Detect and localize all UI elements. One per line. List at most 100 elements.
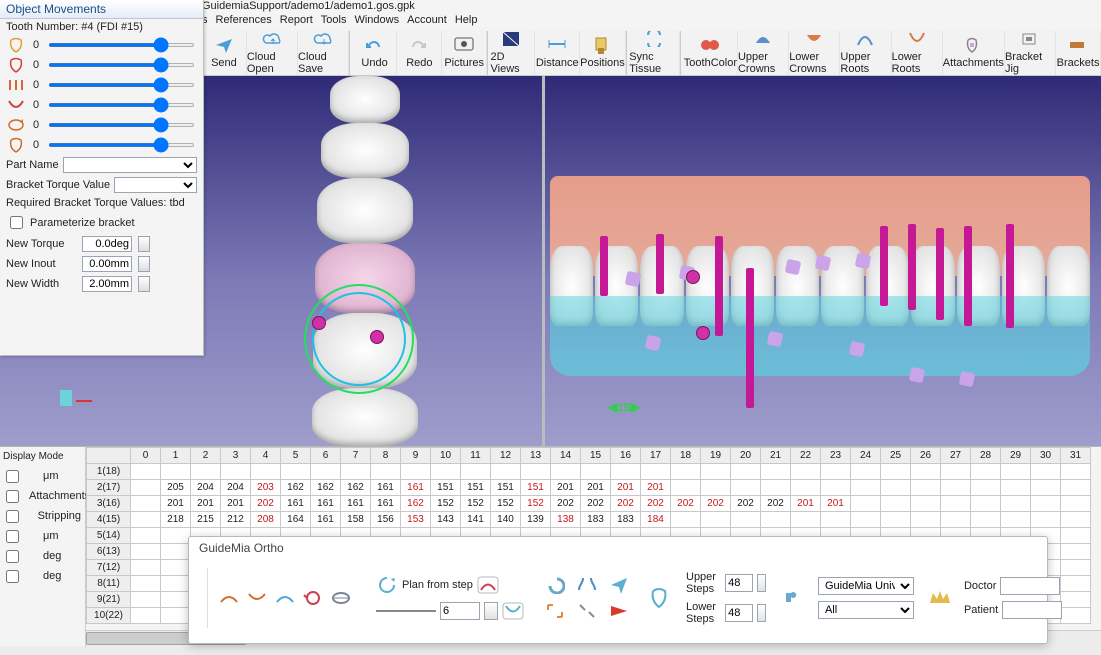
col-header[interactable]: 5 [281, 448, 311, 464]
grid-cell[interactable]: 158 [341, 512, 371, 528]
col-header[interactable]: 22 [791, 448, 821, 464]
grid-cell[interactable] [761, 480, 791, 496]
grid-cell[interactable]: 161 [311, 512, 341, 528]
col-header[interactable]: 6 [311, 448, 341, 464]
program-select[interactable]: GuideMia Universal [818, 577, 914, 595]
display-attachments[interactable]: Attachments [0, 486, 85, 506]
bracket-jig-button[interactable]: Bracket Jig [1005, 31, 1056, 75]
lower-roots-button[interactable]: Lower Roots [892, 31, 943, 75]
upper-crowns-button[interactable]: Upper Crowns [738, 31, 789, 75]
grid-cell[interactable] [581, 464, 611, 480]
grid-cell[interactable] [1061, 544, 1091, 560]
col-header[interactable]: 23 [821, 448, 851, 464]
col-header[interactable]: 2 [191, 448, 221, 464]
grid-cell[interactable] [761, 512, 791, 528]
row-header[interactable]: 5(14) [87, 528, 131, 544]
arch-view-2-icon[interactable] [246, 588, 268, 608]
pictures-button[interactable]: Pictures [442, 31, 487, 75]
grid-cell[interactable] [851, 512, 881, 528]
grid-cell[interactable]: 208 [251, 512, 281, 528]
spinner-icon[interactable] [138, 236, 150, 252]
grid-cell[interactable] [671, 464, 701, 480]
control-node-icon[interactable] [696, 326, 710, 340]
grid-cell[interactable]: 153 [401, 512, 431, 528]
col-header[interactable]: 29 [1001, 448, 1031, 464]
grid-cell[interactable]: 202 [581, 496, 611, 512]
grid-cell[interactable] [1031, 480, 1061, 496]
grid-cell[interactable]: 201 [191, 496, 221, 512]
grid-cell[interactable] [701, 512, 731, 528]
col-header[interactable]: 24 [851, 448, 881, 464]
spinner-icon[interactable] [757, 574, 766, 592]
grid-cell[interactable]: 202 [671, 496, 701, 512]
grid-cell[interactable] [911, 480, 941, 496]
upper-steps-input[interactable] [725, 574, 753, 592]
col-header[interactable]: 18 [671, 448, 701, 464]
sync-tissue-button[interactable]: Sync Tissue [629, 31, 680, 75]
step-spinner-icon[interactable] [484, 602, 498, 620]
grid-cell[interactable] [791, 480, 821, 496]
row-header[interactable]: 4(15) [87, 512, 131, 528]
movement-slider-1[interactable] [48, 63, 195, 67]
grid-cell[interactable]: 152 [461, 496, 491, 512]
display-deg-checkbox[interactable] [6, 550, 19, 563]
grid-cell[interactable] [671, 512, 701, 528]
grid-cell[interactable] [821, 464, 851, 480]
grid-cell[interactable] [1001, 512, 1031, 528]
menu-windows[interactable]: Windows [354, 14, 399, 31]
col-header[interactable]: 28 [971, 448, 1001, 464]
grid-cell[interactable] [821, 480, 851, 496]
col-header[interactable]: 3 [221, 448, 251, 464]
grid-cell[interactable] [1061, 512, 1091, 528]
grid-cell[interactable] [1061, 464, 1091, 480]
col-header[interactable]: 25 [881, 448, 911, 464]
cloud-open-button[interactable]: Cloud Open [247, 31, 298, 75]
grid-cell[interactable]: 156 [371, 512, 401, 528]
undo-plan-icon[interactable] [544, 575, 566, 595]
grid-cell[interactable]: 161 [281, 496, 311, 512]
menu-help[interactable]: Help [455, 14, 478, 31]
grid-cell[interactable]: 161 [401, 480, 431, 496]
grid-cell[interactable] [1061, 496, 1091, 512]
grid-cell[interactable] [1061, 480, 1091, 496]
grid-cell[interactable] [191, 464, 221, 480]
grid-cell[interactable] [1001, 464, 1031, 480]
grid-cell[interactable] [731, 464, 761, 480]
row-header[interactable]: 9(21) [87, 592, 131, 608]
grid-cell[interactable]: 202 [731, 496, 761, 512]
grid-cell[interactable] [731, 512, 761, 528]
grid-cell[interactable] [161, 608, 191, 624]
grid-cell[interactable] [941, 480, 971, 496]
grid-cell[interactable]: 151 [461, 480, 491, 496]
plan-cycle-icon[interactable] [376, 575, 398, 595]
bracket-torque-value-select[interactable] [114, 177, 197, 193]
grid-cell[interactable] [1061, 608, 1091, 624]
grid-cell[interactable] [881, 496, 911, 512]
grid-cell[interactable]: 201 [161, 496, 191, 512]
grid-cell[interactable]: 183 [611, 512, 641, 528]
grid-cell[interactable]: 201 [611, 480, 641, 496]
gizmo-ring-icon[interactable] [304, 284, 414, 394]
filter-select[interactable]: All [818, 601, 914, 619]
col-header[interactable]: 26 [911, 448, 941, 464]
display-um-checkbox[interactable] [6, 470, 19, 483]
redo-button[interactable]: Redo [397, 31, 442, 75]
grid-cell[interactable]: 151 [431, 480, 461, 496]
grid-cell[interactable] [371, 464, 401, 480]
grid-cell[interactable]: 202 [551, 496, 581, 512]
col-header[interactable]: 14 [551, 448, 581, 464]
col-header[interactable]: 27 [941, 448, 971, 464]
grid-cell[interactable]: 151 [491, 480, 521, 496]
grid-cell[interactable] [1031, 496, 1061, 512]
grid-cell[interactable]: 161 [311, 496, 341, 512]
grid-cell[interactable] [401, 464, 431, 480]
grid-cell[interactable] [1061, 576, 1091, 592]
grid-cell[interactable] [971, 496, 1001, 512]
grid-cell[interactable] [791, 464, 821, 480]
grid-cell[interactable] [281, 464, 311, 480]
part-name-select[interactable] [63, 157, 197, 173]
spinner-icon[interactable] [138, 276, 150, 292]
plan-mark-icon[interactable] [477, 575, 499, 595]
row-header[interactable]: 8(11) [87, 576, 131, 592]
col-header[interactable]: 7 [341, 448, 371, 464]
